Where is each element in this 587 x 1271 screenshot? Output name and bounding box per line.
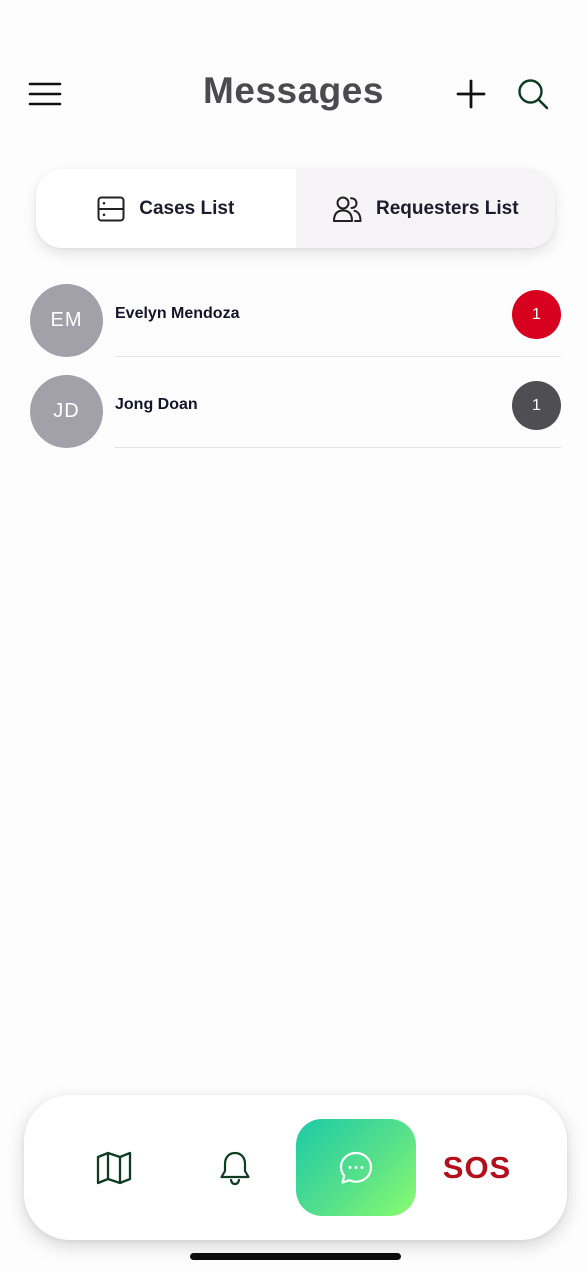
conversation-row[interactable]: JD Jong Doan 1 [0, 375, 587, 466]
server-list-icon [97, 196, 125, 221]
search-icon [518, 79, 549, 110]
map-icon [96, 1151, 132, 1184]
add-button[interactable] [455, 78, 487, 110]
avatar: JD [30, 375, 103, 448]
nav-notifications-button[interactable] [185, 1095, 285, 1240]
bell-icon [220, 1151, 250, 1185]
conversation-row[interactable]: EM Evelyn Mendoza 1 [0, 284, 587, 375]
unread-badge: 1 [512, 381, 561, 430]
tab-requesters-list[interactable]: Requesters List [295, 169, 555, 248]
nav-messages-button[interactable] [296, 1119, 416, 1216]
bottom-nav: SOS [24, 1095, 567, 1240]
nav-map-button[interactable] [64, 1095, 164, 1240]
tab-cases-list-label: Cases List [139, 197, 235, 219]
chat-bubble-icon [339, 1151, 373, 1184]
messages-screen: Messages Cases List Requesters List EM E… [0, 0, 587, 1271]
avatar: EM [30, 284, 103, 357]
plus-icon [456, 79, 486, 109]
nav-sos-button[interactable]: SOS [427, 1095, 527, 1240]
conversation-list: EM Evelyn Mendoza 1 JD Jong Doan 1 [0, 284, 587, 466]
page-title: Messages [203, 70, 384, 111]
row-divider [115, 356, 561, 357]
unread-badge: 1 [512, 290, 561, 339]
list-type-tabs: Cases List Requesters List [36, 169, 555, 248]
home-indicator[interactable] [190, 1253, 401, 1260]
search-button[interactable] [516, 77, 550, 111]
tab-cases-list[interactable]: Cases List [36, 169, 296, 248]
tab-requesters-list-label: Requesters List [375, 197, 519, 219]
conversation-name: Jong Doan [115, 396, 198, 413]
users-icon [332, 196, 362, 222]
conversation-name: Evelyn Mendoza [115, 305, 240, 322]
row-divider [115, 447, 561, 448]
